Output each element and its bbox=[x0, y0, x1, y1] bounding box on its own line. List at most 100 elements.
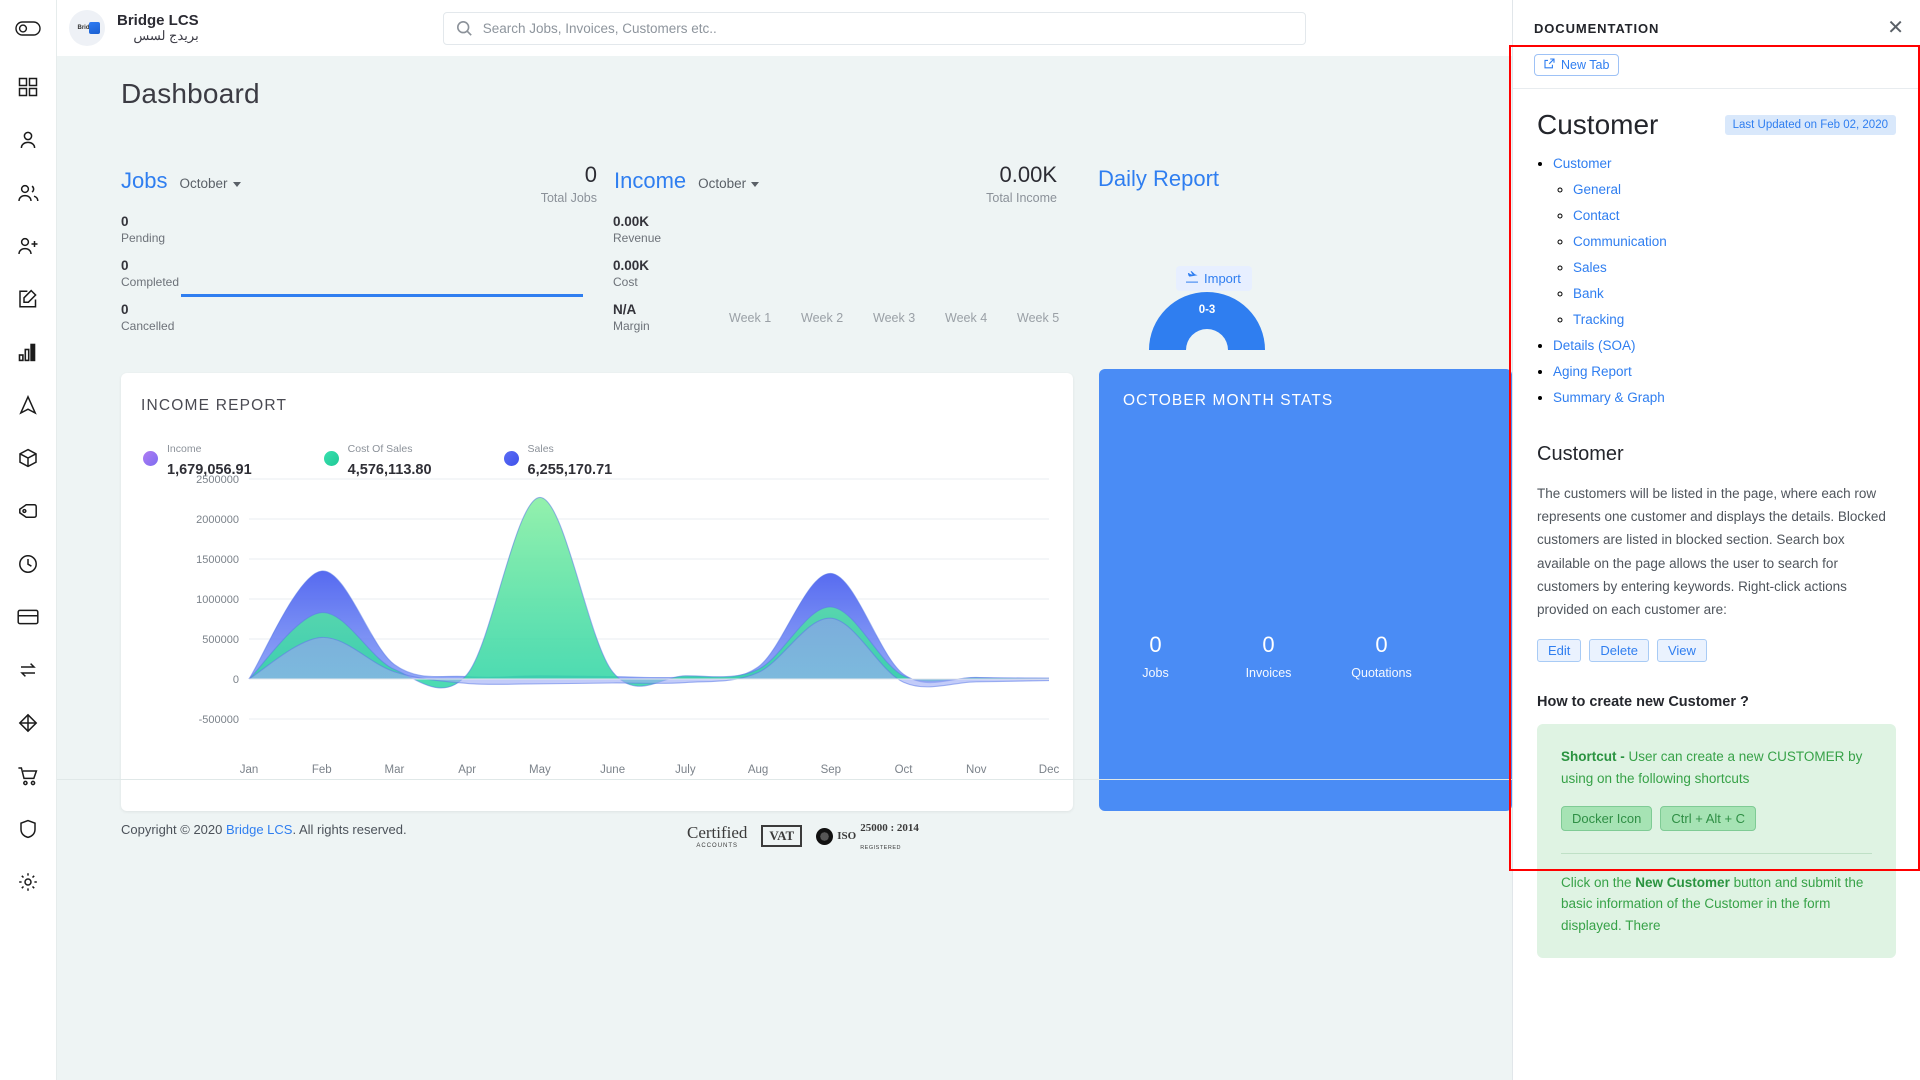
search-bar[interactable] bbox=[442, 11, 1306, 45]
jobs-header: Jobs October bbox=[121, 168, 241, 194]
shortcut-callout: Shortcut - User can create a new CUSTOME… bbox=[1537, 724, 1896, 959]
chart-y-axis-labels: 2500000 2000000 1500000 1000000 500000 0 -5000… bbox=[196, 474, 239, 726]
jobs-sparkline bbox=[181, 294, 583, 297]
view-button[interactable]: View bbox=[1656, 639, 1707, 663]
income-month-select[interactable]: October bbox=[698, 176, 760, 191]
iso-badge: ISO 25000 : 2014 REGISTERED bbox=[816, 818, 919, 854]
income-total-label: Total Income bbox=[986, 191, 1057, 205]
income-stat-margin: N/A Margin bbox=[613, 302, 650, 333]
stat-label: Pending bbox=[121, 231, 166, 245]
toc-link[interactable]: Aging Report bbox=[1553, 364, 1632, 379]
navigation-icon[interactable] bbox=[11, 388, 45, 422]
gauge-value: 0-3 bbox=[1198, 304, 1216, 316]
documentation-header: DOCUMENTATION ✕ bbox=[1513, 0, 1920, 56]
certified-label: Certified bbox=[687, 823, 748, 842]
october-stat-jobs: 0 Jobs bbox=[1099, 632, 1212, 680]
svg-text:June: June bbox=[600, 764, 625, 776]
toc-link[interactable]: Details (SOA) bbox=[1553, 338, 1636, 353]
stat-label: Revenue bbox=[613, 231, 662, 245]
daily-report-title: Daily Report bbox=[1098, 166, 1220, 191]
week-label-4: Week 4 bbox=[945, 311, 988, 325]
transfer-icon[interactable] bbox=[11, 653, 45, 687]
toc-link[interactable]: Tracking bbox=[1573, 312, 1624, 327]
user-add-icon[interactable] bbox=[11, 229, 45, 263]
october-stats-title: OCTOBER MONTH STATS bbox=[1123, 392, 1334, 409]
stat-value: 0 bbox=[1149, 632, 1162, 657]
toc-link[interactable]: Contact bbox=[1573, 208, 1620, 223]
bar-chart-icon[interactable] bbox=[11, 335, 45, 369]
howto-title: How to create new Customer ? bbox=[1537, 694, 1749, 711]
october-stat-invoices: 0 Invoices bbox=[1212, 632, 1325, 680]
gear-icon[interactable] bbox=[11, 865, 45, 899]
new-tab-button[interactable]: New Tab bbox=[1534, 54, 1620, 76]
svg-text:Feb: Feb bbox=[312, 764, 332, 776]
shortcut-text-block: Shortcut - User can create a new CUSTOME… bbox=[1561, 746, 1872, 789]
stat-value: 0.00K bbox=[613, 258, 650, 273]
delete-button[interactable]: Delete bbox=[1589, 639, 1649, 663]
toc-link[interactable]: General bbox=[1573, 182, 1621, 197]
jobs-total-value: 0 bbox=[584, 162, 597, 187]
jobs-total: 0 Total Jobs bbox=[457, 162, 597, 205]
brand[interactable]: Bridge Bridge LCS بريدج لسس bbox=[69, 10, 199, 46]
week-label-5: Week 5 bbox=[1017, 311, 1060, 325]
stat-label: Completed bbox=[121, 275, 180, 289]
toc-link[interactable]: Sales bbox=[1573, 260, 1607, 275]
user-icon[interactable] bbox=[11, 123, 45, 157]
jobs-stat-completed: 0 Completed bbox=[121, 258, 179, 289]
rail-toggle-icon[interactable] bbox=[10, 16, 46, 40]
clock-icon[interactable] bbox=[11, 547, 45, 581]
docker-icon-key[interactable]: Docker Icon bbox=[1561, 805, 1653, 831]
iso-standard: 25000 : 2014 bbox=[860, 822, 919, 834]
svg-text:Aug: Aug bbox=[748, 764, 768, 776]
cart-icon[interactable] bbox=[11, 759, 45, 793]
income-total: 0.00K Total Income bbox=[917, 162, 1057, 205]
tail-pre: Click on the bbox=[1561, 874, 1636, 890]
users-group-icon[interactable] bbox=[11, 176, 45, 210]
stat-value: N/A bbox=[613, 302, 637, 317]
svg-text:0: 0 bbox=[233, 674, 239, 686]
stat-label: Margin bbox=[613, 319, 650, 333]
tag-icon[interactable] bbox=[11, 494, 45, 528]
svg-text:2000000: 2000000 bbox=[196, 514, 239, 526]
toc-item-customer: Customer General Contact Communication S… bbox=[1553, 155, 1896, 329]
toc-link[interactable]: Summary & Graph bbox=[1553, 390, 1665, 405]
globe-icon bbox=[816, 827, 834, 845]
documentation-body: Customer Last Updated on Feb 02, 2020 Cu… bbox=[1513, 89, 1920, 959]
toc-subitem-tracking: Tracking bbox=[1573, 311, 1896, 329]
toc-link[interactable]: Customer bbox=[1553, 156, 1612, 171]
edit-square-icon[interactable] bbox=[11, 282, 45, 316]
shortcut-tail: Click on the New Customer button and sub… bbox=[1561, 872, 1872, 937]
toc-item-aging-report: Aging Report bbox=[1553, 363, 1896, 381]
toc-link[interactable]: Bank bbox=[1573, 286, 1604, 301]
svg-text:July: July bbox=[675, 764, 696, 776]
iso-registered: REGISTERED bbox=[860, 845, 901, 851]
jobs-month-select[interactable]: October bbox=[179, 176, 241, 191]
import-icon bbox=[1185, 270, 1199, 286]
footer-brand-link[interactable]: Bridge LCS bbox=[226, 822, 292, 837]
certification-badges: Certified ACCOUNTS VAT ISO 25000 : 2014 … bbox=[687, 818, 919, 854]
documentation-title: DOCUMENTATION bbox=[1534, 20, 1660, 36]
ctrl-alt-c-key[interactable]: Ctrl + Alt + C bbox=[1660, 805, 1757, 831]
edit-button[interactable]: Edit bbox=[1537, 639, 1582, 663]
toc-link[interactable]: Communication bbox=[1573, 234, 1667, 249]
copyright: Copyright © 2020 Bridge LCS. All rights … bbox=[121, 822, 407, 837]
import-button[interactable]: Import bbox=[1176, 266, 1252, 291]
shield-icon[interactable] bbox=[11, 812, 45, 846]
legend-name: Income bbox=[167, 443, 202, 455]
box-icon[interactable] bbox=[11, 441, 45, 475]
close-icon[interactable]: ✕ bbox=[1887, 18, 1904, 38]
credit-card-icon[interactable] bbox=[11, 600, 45, 634]
brand-name-arabic: بريدج لسس bbox=[133, 28, 199, 44]
svg-text:Sep: Sep bbox=[821, 764, 841, 776]
toc-subitem-general: General bbox=[1573, 181, 1896, 199]
search-input[interactable] bbox=[482, 20, 1293, 36]
legend-dot bbox=[143, 451, 158, 467]
chevron-down-icon bbox=[751, 181, 760, 187]
toc-subitem-sales: Sales bbox=[1573, 259, 1896, 277]
income-stat-cost: 0.00K Cost bbox=[613, 258, 649, 289]
income-header: Income October bbox=[614, 168, 760, 194]
dashboard-icon[interactable] bbox=[11, 70, 45, 104]
cube-icon[interactable] bbox=[11, 706, 45, 740]
doc-action-buttons: Edit Delete View bbox=[1537, 639, 1896, 663]
jobs-title: Jobs bbox=[121, 168, 168, 193]
